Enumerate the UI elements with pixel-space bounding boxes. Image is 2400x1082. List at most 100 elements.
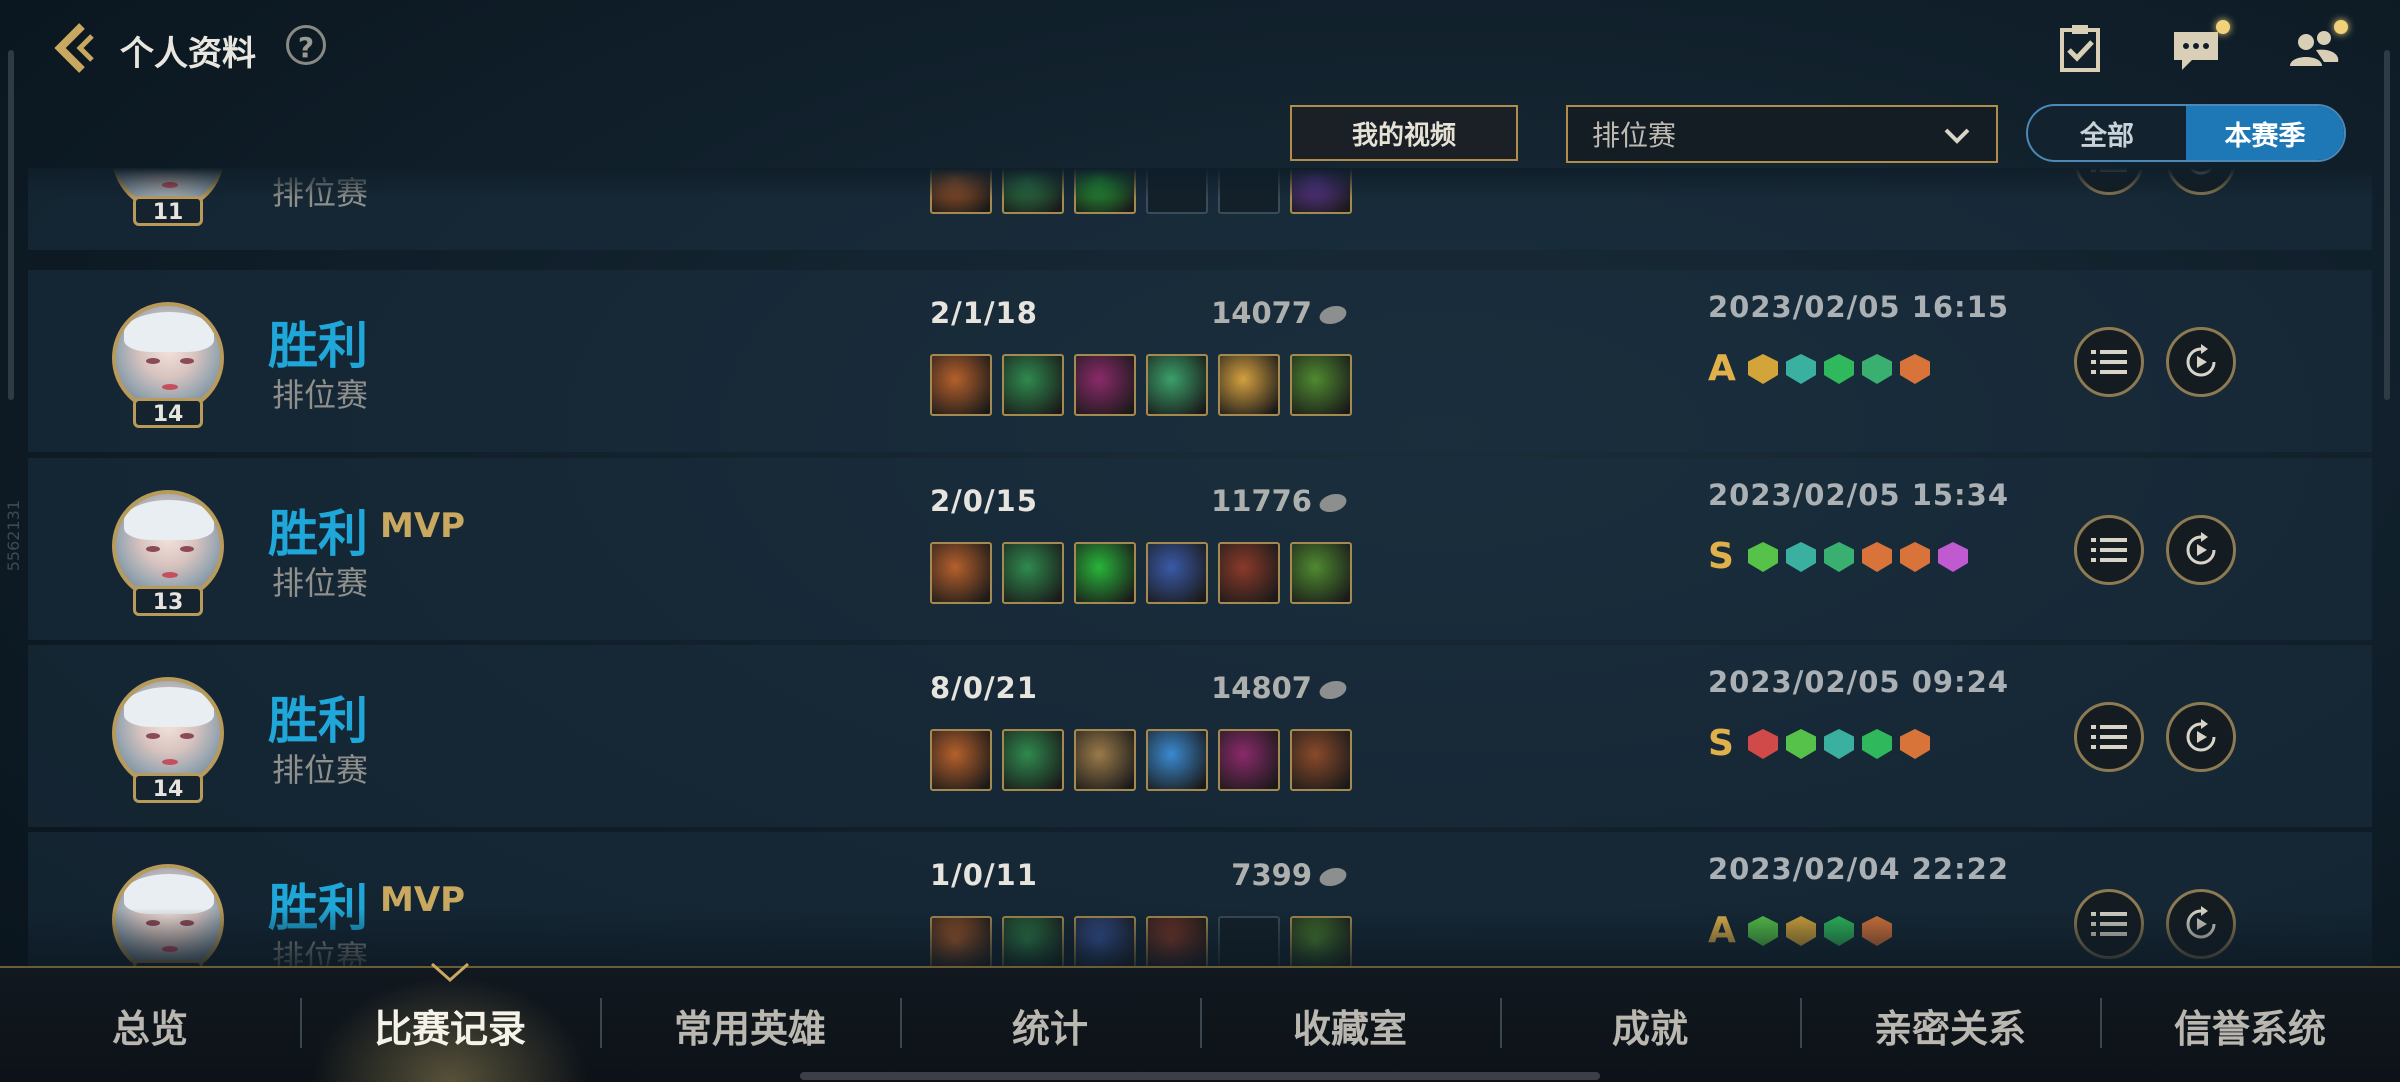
list-icon (2091, 725, 2127, 749)
chevron-down-icon (1944, 128, 1970, 144)
gold-coin-icon (1316, 868, 1350, 886)
achievement-tag-icon (1786, 354, 1816, 384)
achievement-tag-icon (1748, 542, 1778, 572)
tab-2[interactable]: 常用英雄 (600, 968, 900, 1082)
list-top-fade (28, 168, 2372, 198)
season-current-tab[interactable]: 本赛季 (2186, 106, 2344, 160)
tab-6[interactable]: 亲密关系 (1800, 968, 2100, 1082)
kda-score: 2/1/18 (930, 296, 1038, 330)
tab-5[interactable]: 成就 (1500, 968, 1800, 1082)
achievement-tag-icon (1900, 542, 1930, 572)
replay-button[interactable] (2166, 702, 2236, 772)
top-bar: 个人资料 ? (0, 0, 2400, 100)
achievement-tag-icon (1748, 354, 1778, 384)
bottom-nav: 总览 比赛记录 常用英雄 统计 收藏室 成就 亲密关系 信誉系统 (0, 966, 2400, 1082)
season-all-tab[interactable]: 全部 (2028, 106, 2186, 160)
friends-notification-dot (2334, 20, 2348, 34)
item-icon[interactable] (1002, 729, 1064, 791)
champion-level-badge: 14 (133, 398, 203, 428)
item-icon[interactable] (1074, 729, 1136, 791)
gold-coin-icon (1316, 681, 1350, 699)
item-build (930, 354, 1352, 416)
item-icon[interactable] (930, 354, 992, 416)
match-result: 胜利 (268, 317, 368, 375)
back-chevron-icon[interactable] (48, 18, 108, 78)
tab-3[interactable]: 统计 (900, 968, 1200, 1082)
gold-coin-icon (1316, 494, 1350, 512)
right-scroll-indicator (2384, 50, 2390, 400)
achievement-tags (1748, 354, 1930, 384)
tab-7[interactable]: 信誉系统 (2100, 968, 2400, 1082)
page-title: 个人资料 (120, 34, 256, 74)
item-icon[interactable] (1290, 729, 1352, 791)
kda-score: 1/0/11 (930, 858, 1038, 892)
kda-score: 2/0/15 (930, 484, 1038, 518)
gold-coin-icon (1316, 306, 1350, 324)
list-bottom-fade (28, 908, 2372, 968)
tab-4[interactable]: 收藏室 (1200, 968, 1500, 1082)
gold-earned: 11776 (1211, 484, 1350, 518)
item-icon[interactable] (1074, 354, 1136, 416)
match-row[interactable]: 14 胜利 排位赛 8/0/21 14807 2023/02/05 09:24 S (28, 645, 2372, 827)
tab-0[interactable]: 总览 (0, 968, 300, 1082)
achievement-tag-icon (1862, 542, 1892, 572)
game-mode: 排位赛 (272, 751, 369, 789)
champion-level-badge: 13 (133, 586, 203, 616)
achievement-tag-icon (1862, 729, 1892, 759)
item-build (930, 729, 1352, 791)
mvp-badge: MVP (380, 506, 466, 546)
list-icon (2091, 350, 2127, 374)
achievement-tag-icon (1900, 354, 1930, 384)
item-icon[interactable] (1290, 542, 1352, 604)
item-icon[interactable] (1074, 542, 1136, 604)
tab-separator (1500, 998, 1502, 1048)
match-row[interactable]: 13 胜利 MVP 排位赛 2/0/15 11776 2023/02/05 15:34 S (28, 458, 2372, 640)
gold-value: 14807 (1211, 671, 1312, 705)
item-icon[interactable] (1146, 729, 1208, 791)
tab-separator (1200, 998, 1202, 1048)
item-icon[interactable] (1002, 542, 1064, 604)
achievement-tag-icon (1862, 354, 1892, 384)
tab-separator (1800, 998, 1802, 1048)
tab-1[interactable]: 比赛记录 (300, 968, 600, 1082)
help-icon[interactable]: ? (286, 25, 326, 65)
gold-value: 7399 (1231, 858, 1312, 892)
replay-button[interactable] (2166, 327, 2236, 397)
match-row[interactable]: 14 胜利 排位赛 2/1/18 14077 2023/02/05 16:15 A (28, 270, 2372, 452)
replay-icon (2186, 344, 2216, 377)
gold-value: 14077 (1211, 296, 1312, 330)
performance-grade: S (1708, 536, 1734, 577)
performance-grade: A (1708, 348, 1736, 389)
match-date: 2023/02/05 09:24 (1708, 665, 2010, 699)
gold-earned: 7399 (1231, 858, 1350, 892)
achievement-tag-icon (1900, 729, 1930, 759)
my-videos-button[interactable]: 我的视频 (1290, 105, 1518, 161)
achievement-tag-icon (1748, 729, 1778, 759)
gold-earned: 14807 (1211, 671, 1350, 705)
item-build (930, 542, 1352, 604)
chat-notification-dot (2216, 20, 2230, 34)
match-details-button[interactable] (2074, 702, 2144, 772)
item-icon[interactable] (930, 542, 992, 604)
match-details-button[interactable] (2074, 515, 2144, 585)
item-icon[interactable] (930, 729, 992, 791)
achievement-tag-icon (1824, 354, 1854, 384)
item-icon[interactable] (1290, 354, 1352, 416)
queue-select[interactable]: 排位赛 (1566, 105, 1998, 163)
achievement-tag-icon (1824, 729, 1854, 759)
home-indicator (800, 1072, 1600, 1080)
replay-button[interactable] (2166, 515, 2236, 585)
replay-icon (2186, 719, 2216, 752)
tab-separator (300, 998, 302, 1048)
queue-select-value: 排位赛 (1592, 119, 1677, 152)
match-details-button[interactable] (2074, 327, 2144, 397)
item-icon[interactable] (1146, 354, 1208, 416)
item-icon[interactable] (1002, 354, 1064, 416)
item-icon[interactable] (1146, 542, 1208, 604)
item-icon[interactable] (1218, 354, 1280, 416)
tab-separator (900, 998, 902, 1048)
clipboard-check-icon[interactable] (2052, 20, 2108, 76)
item-icon[interactable] (1218, 542, 1280, 604)
item-icon[interactable] (1218, 729, 1280, 791)
achievement-tags (1748, 542, 1968, 572)
